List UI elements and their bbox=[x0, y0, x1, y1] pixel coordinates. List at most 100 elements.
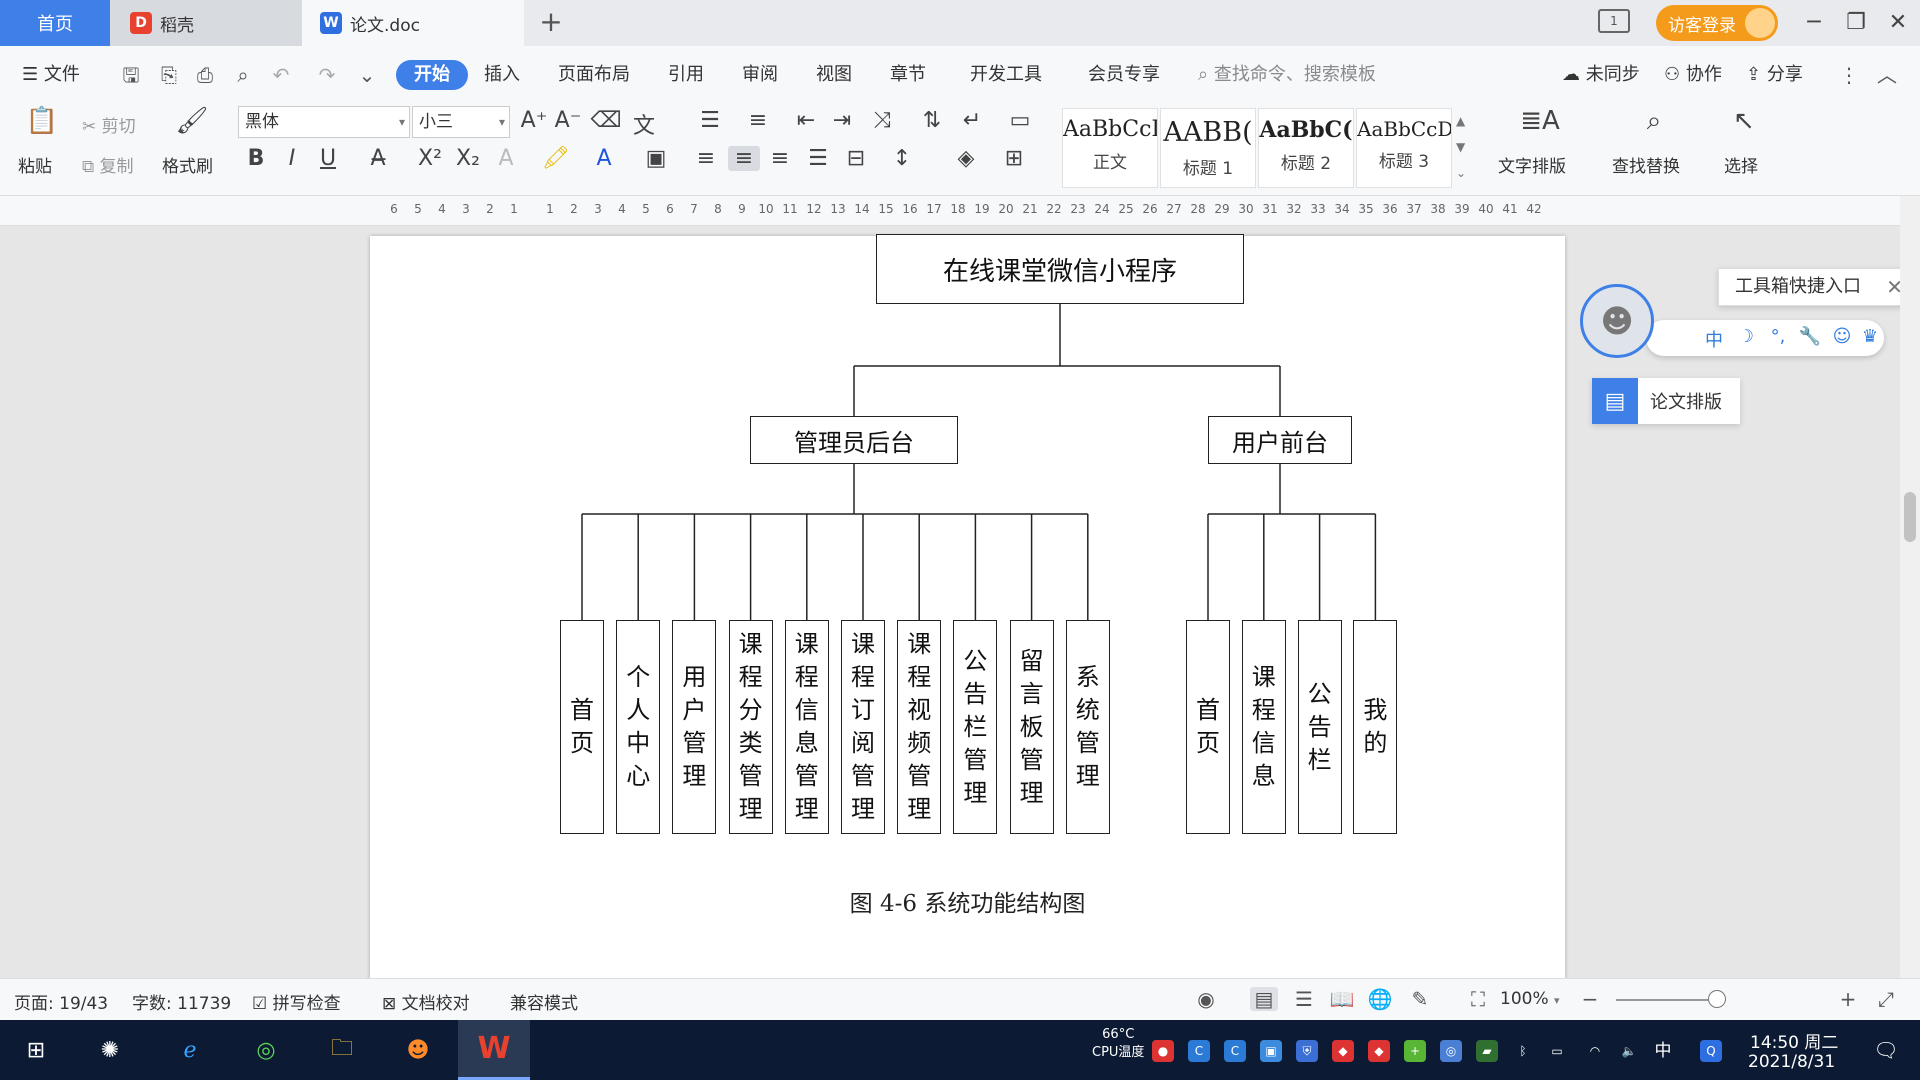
assistant-avatar-icon[interactable]: ☻ bbox=[1580, 284, 1654, 358]
page-view-icon[interactable]: ▤ bbox=[1250, 987, 1278, 1011]
align-right-icon[interactable]: ≡ bbox=[764, 146, 796, 171]
bold-icon[interactable]: B bbox=[240, 146, 272, 171]
menu-member[interactable]: 会员专享 bbox=[1088, 60, 1160, 90]
reading-view-icon[interactable]: 📖 bbox=[1328, 987, 1356, 1011]
app-fan-icon[interactable]: ✺ bbox=[90, 1030, 130, 1070]
wifi-icon[interactable]: ◠ bbox=[1584, 1040, 1606, 1062]
align-center-icon[interactable]: ≡ bbox=[728, 146, 760, 171]
paper-layout-button[interactable]: ▤ 论文排版 bbox=[1592, 378, 1740, 424]
window-layout-button[interactable]: 1 bbox=[1598, 9, 1630, 33]
tray-app-c-icon[interactable]: C bbox=[1188, 1040, 1210, 1062]
tray-app-c2-icon[interactable]: C bbox=[1224, 1040, 1246, 1062]
style-heading-1[interactable]: AABB( 标题 1 bbox=[1160, 108, 1256, 188]
admin-leaf-node[interactable]: 系统管理 bbox=[1065, 620, 1110, 834]
decrease-font-icon[interactable]: A⁻ bbox=[552, 108, 584, 133]
clock-time[interactable]: 14:50 周二 bbox=[1750, 1028, 1838, 1053]
highlight-icon[interactable]: 🖍 bbox=[540, 146, 572, 171]
show-marks-icon[interactable]: ↵ bbox=[956, 108, 988, 133]
text-effect-icon[interactable]: A bbox=[490, 146, 522, 171]
file-menu[interactable]: ☰ 文件 bbox=[22, 60, 80, 90]
tab-document[interactable]: W 论文.doc bbox=[302, 0, 524, 46]
word-count[interactable]: 字数: 11739 bbox=[132, 989, 231, 1014]
style-heading-2[interactable]: AaBbC( 标题 2 bbox=[1258, 108, 1354, 188]
admin-leaf-node[interactable]: 课程订阅管理 bbox=[841, 620, 885, 834]
font-name-select[interactable]: 黑体 bbox=[238, 106, 410, 138]
user-leaf-node[interactable]: 首页 bbox=[1186, 620, 1230, 834]
vertical-scrollbar[interactable] bbox=[1900, 196, 1920, 978]
user-leaf-node[interactable]: 我的 bbox=[1353, 620, 1398, 834]
shading-icon[interactable]: ◈ bbox=[950, 146, 982, 171]
numbered-list-icon[interactable]: ≡ bbox=[742, 108, 774, 133]
tab-ruler-icon[interactable]: ▭ bbox=[1004, 108, 1036, 133]
clock-date[interactable]: 2021/8/31 bbox=[1748, 1052, 1835, 1072]
zoom-out-icon[interactable]: − bbox=[1576, 987, 1604, 1011]
browser-360-icon[interactable]: ◎ bbox=[246, 1030, 286, 1070]
menu-review[interactable]: 审阅 bbox=[742, 60, 778, 90]
page-indicator[interactable]: 页面: 19/43 bbox=[14, 989, 108, 1014]
line-spacing-icon[interactable]: ↕ bbox=[886, 146, 918, 171]
tray-app-plus-icon[interactable]: + bbox=[1404, 1040, 1426, 1062]
export-icon[interactable]: ⎘ bbox=[154, 60, 184, 90]
admin-leaf-node[interactable]: 公告栏管理 bbox=[953, 620, 998, 834]
zoom-in-icon[interactable]: + bbox=[1834, 987, 1862, 1011]
zoom-level[interactable]: 100% ▾ bbox=[1500, 989, 1560, 1009]
tray-app-red-icon[interactable]: ● bbox=[1152, 1040, 1174, 1062]
tray-app-penguin-icon[interactable]: ◆ bbox=[1332, 1040, 1354, 1062]
menu-chapter[interactable]: 章节 bbox=[890, 60, 926, 90]
redo-icon[interactable]: ↷ bbox=[312, 60, 342, 90]
text-layout-button[interactable]: 文字排版 bbox=[1498, 152, 1566, 177]
app-ninja-icon[interactable]: ☻ bbox=[398, 1030, 438, 1070]
ime-indicator[interactable]: 中 bbox=[1652, 1040, 1674, 1062]
command-search-input[interactable]: ⌕ 查找命令、搜索模板 bbox=[1198, 60, 1376, 90]
pen-icon[interactable]: ✎ bbox=[1406, 987, 1434, 1011]
subscript-icon[interactable]: X₂ bbox=[452, 146, 484, 171]
admin-leaf-node[interactable]: 留言板管理 bbox=[1009, 620, 1054, 834]
eye-protection-icon[interactable]: ◉ bbox=[1192, 987, 1220, 1011]
share-button[interactable]: ⇪ 分享 bbox=[1746, 60, 1803, 90]
cut-button[interactable]: ✂ 剪切 bbox=[82, 112, 136, 137]
zoom-slider-knob[interactable] bbox=[1708, 990, 1726, 1008]
windows-start-icon[interactable]: ⊞ bbox=[16, 1030, 56, 1070]
borders-icon[interactable]: ⊞ bbox=[998, 146, 1030, 171]
find-replace-icon[interactable]: ⌕ bbox=[1634, 106, 1674, 137]
menu-references[interactable]: 引用 bbox=[668, 60, 704, 90]
tab-daoke[interactable]: D 稻壳 bbox=[110, 0, 302, 46]
restore-button[interactable]: ❐ bbox=[1836, 6, 1876, 40]
print-icon[interactable]: ⎙ bbox=[190, 60, 220, 90]
emoji-icon[interactable]: ☺ bbox=[1830, 326, 1854, 347]
tray-app-q-icon[interactable]: ◎ bbox=[1440, 1040, 1462, 1062]
text-layout-icon[interactable]: ≣A bbox=[1520, 106, 1560, 136]
shield-icon[interactable]: ⛨ bbox=[1296, 1040, 1318, 1062]
admin-leaf-node[interactable]: 课程信息管理 bbox=[784, 620, 829, 834]
fullscreen-icon[interactable]: ⤢ bbox=[1872, 987, 1900, 1011]
find-replace-button[interactable]: 查找替换 bbox=[1612, 152, 1680, 177]
italic-icon[interactable]: I bbox=[276, 146, 308, 171]
admin-leaf-node[interactable]: 个人中心 bbox=[616, 620, 661, 834]
admin-backend-node[interactable]: 管理员后台 bbox=[750, 416, 958, 464]
superscript-icon[interactable]: X² bbox=[414, 146, 446, 171]
format-painter-button[interactable]: 格式刷 bbox=[162, 152, 213, 177]
decrease-indent-icon[interactable]: ⇤ bbox=[790, 108, 822, 133]
notification-center-icon[interactable]: 🗨 bbox=[1866, 1030, 1906, 1070]
styles-scroll-icon[interactable]: ▲ ▼ ⌄ bbox=[1456, 108, 1466, 186]
admin-leaf-node[interactable]: 用户管理 bbox=[672, 620, 717, 834]
minimize-button[interactable]: ─ bbox=[1794, 6, 1834, 40]
visitor-login-button[interactable]: 访客登录 bbox=[1656, 5, 1778, 41]
wps-taskbar-icon[interactable]: W bbox=[458, 1020, 530, 1080]
sync-status-button[interactable]: ☁ 未同步 bbox=[1562, 60, 1640, 90]
web-view-icon[interactable]: 🌐 bbox=[1366, 987, 1394, 1011]
root-node[interactable]: 在线课堂微信小程序 bbox=[876, 234, 1244, 304]
user-leaf-node[interactable]: 公告栏 bbox=[1297, 620, 1342, 834]
tray-network-tool-icon[interactable]: ▣ bbox=[1260, 1040, 1282, 1062]
tray-search-icon[interactable]: Q bbox=[1700, 1040, 1722, 1062]
horizontal-ruler[interactable]: 6 5 4 3 2 1 1 2 3 4 5 6 7 8 9 10 11 12 13 14 15 16 17 18 19 20 21 2… bbox=[0, 196, 1920, 226]
select-button[interactable]: 选择 bbox=[1724, 152, 1758, 177]
align-left-icon[interactable]: ≡ bbox=[690, 146, 722, 171]
increase-indent-icon[interactable]: ⇥ bbox=[826, 108, 858, 133]
underline-icon[interactable]: U bbox=[312, 146, 344, 171]
char-border-icon[interactable]: ▣ bbox=[640, 146, 672, 171]
text-direction-icon[interactable]: ⤨ bbox=[866, 108, 898, 133]
copy-button[interactable]: ⧉ 复制 bbox=[82, 152, 134, 177]
sort-icon[interactable]: ⇅ bbox=[916, 108, 948, 133]
battery-icon[interactable]: ▭ bbox=[1546, 1040, 1568, 1062]
